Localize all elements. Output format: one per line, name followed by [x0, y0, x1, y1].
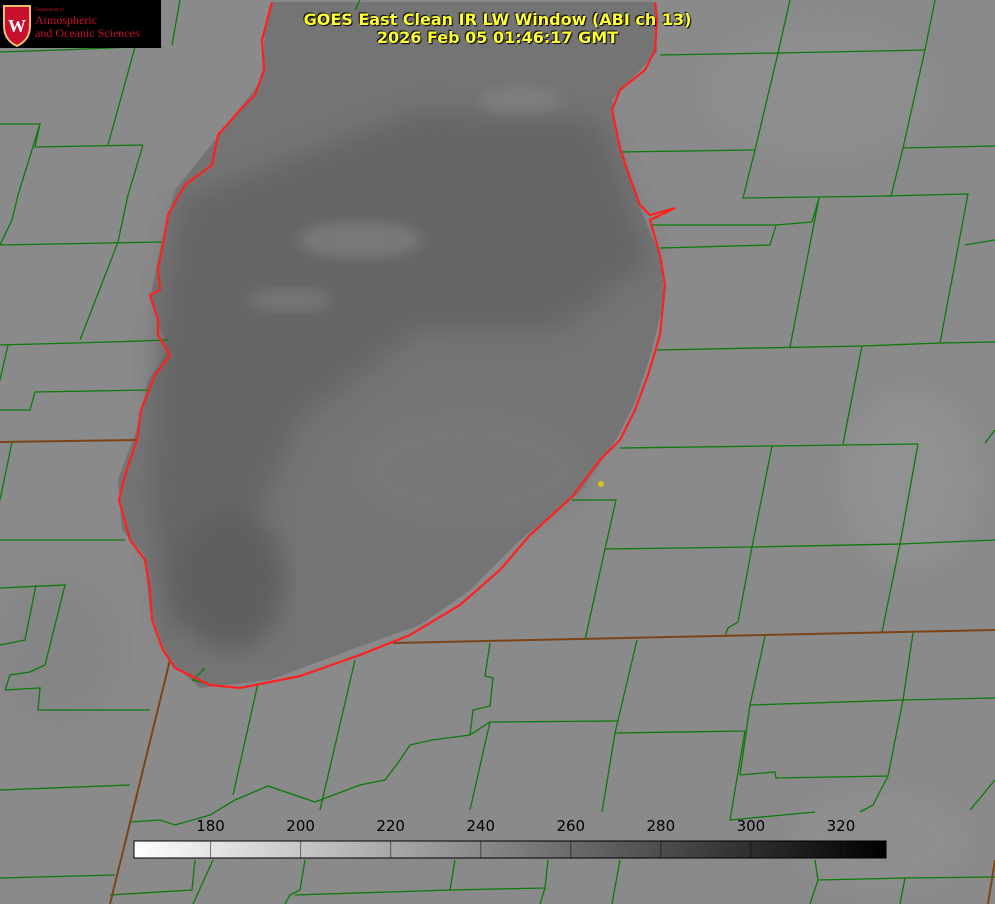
satellite-image-viewer: 180 200 220 240 260 280 300 320 W Department of…: [0, 0, 995, 904]
colorbar-gradient: [133, 840, 887, 859]
colorbar-tick-label: 320: [827, 817, 856, 835]
colorbar-tick-label: 220: [376, 817, 405, 835]
map-canvas: 180 200 220 240 260 280 300 320: [0, 0, 995, 904]
colorbar-tick-label: 180: [196, 817, 225, 835]
colorbar-tick-label: 260: [556, 817, 585, 835]
title-timestamp-line: 2026 Feb 05 01:46:17 GMT: [376, 28, 619, 47]
title-product-line: GOES East Clean IR LW Window (ABI ch 13): [303, 10, 692, 29]
colorbar-tick-label: 200: [286, 817, 315, 835]
colorbar-tick-label: 300: [737, 817, 766, 835]
colorbar-tick-label: 280: [647, 817, 676, 835]
colorbar-tick-label: 240: [466, 817, 495, 835]
station-marker: [598, 481, 604, 487]
image-title: GOES East Clean IR LW Window (ABI ch 13)…: [0, 11, 995, 47]
